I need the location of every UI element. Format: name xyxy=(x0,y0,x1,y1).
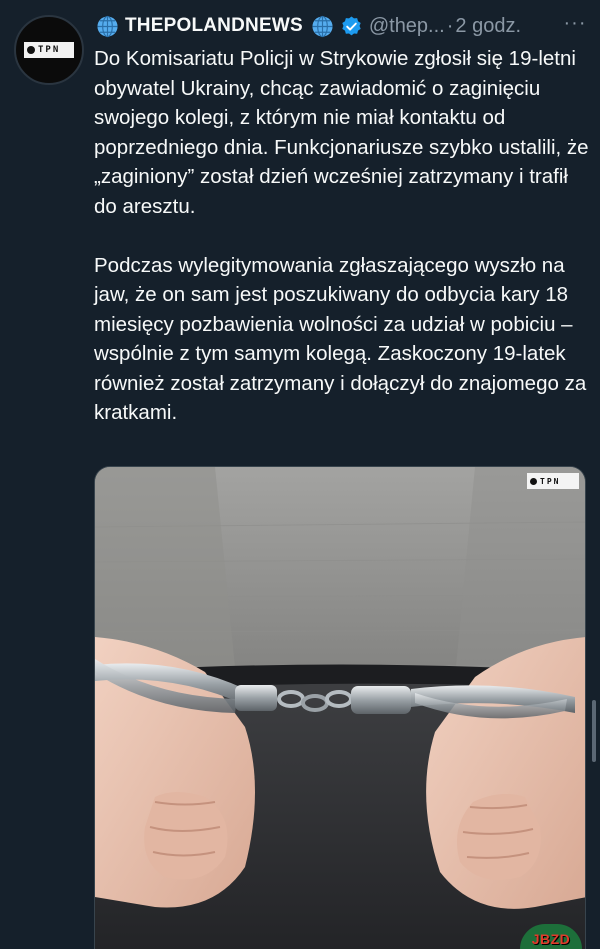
tweet-paragraph-1: Do Komisariatu Policji w Strykowie zgłos… xyxy=(94,47,589,218)
logo-dot-icon xyxy=(530,477,537,485)
avatar-logo-text: TPN xyxy=(38,45,61,55)
tweet-media-image[interactable]: TPN xyxy=(94,466,586,949)
logo-dot-icon xyxy=(27,46,35,54)
scrollbar-thumb[interactable] xyxy=(592,700,596,762)
watermark-text: TPN xyxy=(540,476,561,486)
globe-emoji-icon xyxy=(312,15,333,37)
handle[interactable]: @thep... xyxy=(369,15,445,38)
avatar-logo: TPN xyxy=(24,42,74,58)
media-watermark: TPN xyxy=(527,473,579,489)
handcuffs-photo xyxy=(95,467,585,949)
jbzd-badge-text: JBZD xyxy=(531,931,571,947)
tweet-text: Do Komisariatu Policji w Strykowie zgłos… xyxy=(94,44,590,428)
more-options-icon[interactable]: ··· xyxy=(560,12,590,40)
tweet-header: THEPOLANDNEWS @thep... · 2 godz. ··· xyxy=(96,12,590,40)
tweet-paragraph-2: Podczas wylegitymowania zgłaszającego wy… xyxy=(94,253,587,425)
verified-badge-icon xyxy=(342,15,361,35)
timestamp[interactable]: 2 godz. xyxy=(455,15,521,38)
globe-emoji-icon xyxy=(97,15,118,37)
separator-dot: · xyxy=(446,14,454,37)
tweet[interactable]: TPN THEPOLANDNEWS @thep... · 2 godz. ···… xyxy=(0,0,600,949)
avatar[interactable]: TPN xyxy=(14,15,84,85)
display-name[interactable]: THEPOLANDNEWS xyxy=(125,15,303,37)
